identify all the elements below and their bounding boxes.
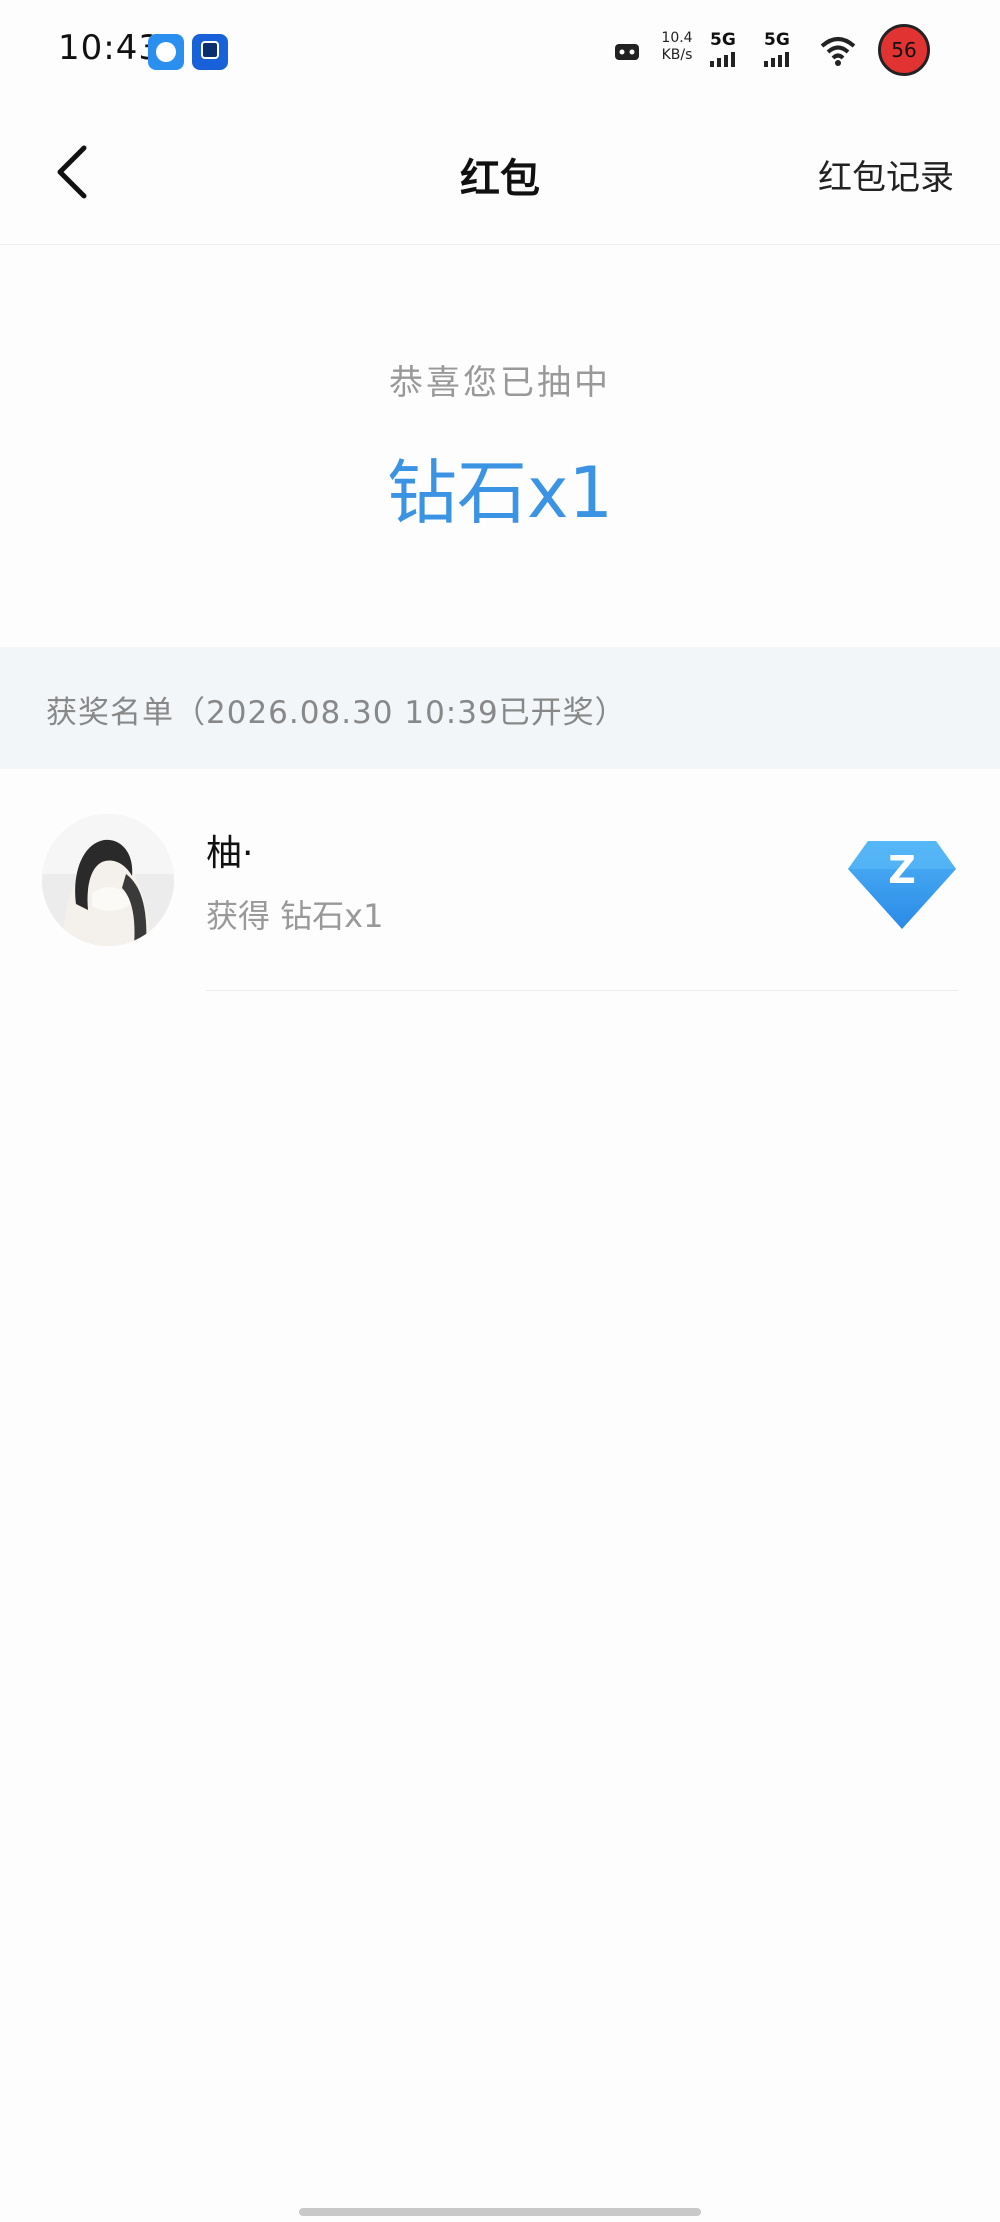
status-time: 10:43 [58,28,161,68]
signal-5g-2: 5G [764,30,808,70]
row-divider [206,990,958,991]
network-speed: 10.4 KB/s [660,30,694,70]
game-controller-icon [612,30,642,70]
signal-5g-1: 5G [710,30,754,70]
signal-icon [764,52,808,67]
status-bar: 10:43 10.4 KB/s 5G 5G 56 [0,0,1000,100]
avatar[interactable] [42,814,174,946]
red-packet-records-link[interactable]: 红包记录 [818,150,954,199]
wifi-icon [818,30,858,70]
draw-result: 恭喜您已抽中 钻石x1 [0,245,1000,647]
diamond-letter: Z [888,848,916,892]
winners-list-title: 获奖名单（2026.08.30 10:39已开奖） [46,695,627,731]
result-prize: 钻石x1 [387,452,613,534]
result-subtitle: 恭喜您已抽中 [389,363,611,403]
winner-name: 柚· [206,833,254,874]
signal-icon [710,52,754,67]
app-notification-icon [148,34,184,70]
battery-icon: 56 [878,24,930,76]
home-gesture-bar[interactable] [299,2208,701,2216]
title-bar: 红包 红包记录 [0,100,1000,245]
diamond-icon: Z [846,835,958,931]
network-speed-unit: KB/s [661,47,693,63]
list-item[interactable]: 柚· 获得 钻石x1 Z [0,769,1000,991]
browser-notification-icon [192,34,228,70]
signal-label-2: 5G [764,30,790,50]
signal-label-1: 5G [710,30,736,50]
winner-prize: 获得 钻石x1 [206,897,384,935]
winners-list-header: 获奖名单（2026.08.30 10:39已开奖） [0,647,1000,769]
network-speed-value: 10.4 [661,30,693,46]
